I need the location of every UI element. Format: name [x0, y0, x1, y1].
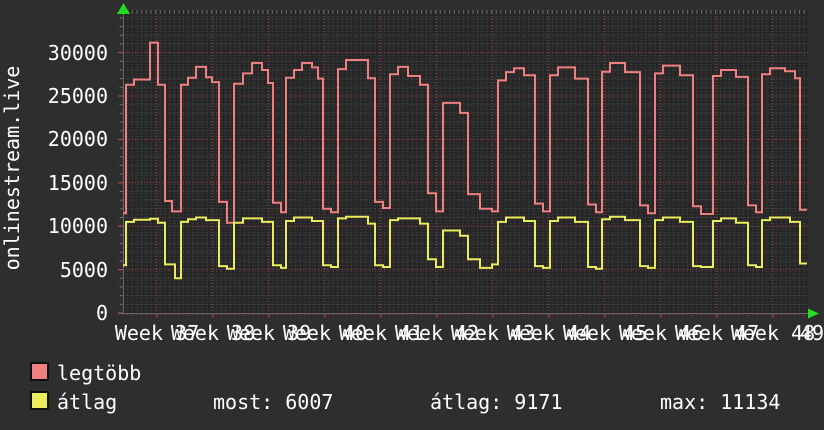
y-tick-label: 10000 — [47, 214, 108, 239]
chart-svg — [117, 3, 819, 319]
stat-most: most: 6007 — [213, 390, 334, 414]
y-tick-label: 15000 — [47, 170, 108, 195]
y-tick-label: 30000 — [47, 40, 108, 65]
stat-atlag: átlag: 9171 — [430, 390, 563, 414]
stat-max: max: 11134 — [660, 390, 781, 414]
y-tick-label: 20000 — [47, 127, 108, 152]
legend-label-atlag: átlag — [57, 390, 118, 414]
legend-swatch-atlag — [30, 391, 49, 410]
x-tick-label: 49 — [799, 321, 824, 345]
chart-area: 0 5000 10000 15000 20000 25000 30000 Week 37 Wee… — [0, 0, 824, 355]
legend-row-atlag: átlag most: 6007 átlag: 9171 max: 11134 — [0, 390, 824, 416]
y-tick-label: 25000 — [47, 84, 108, 108]
legend-row-legtobb: legtöbb — [0, 361, 824, 387]
legend-swatch-legtobb — [30, 362, 49, 381]
y-tick-label: 5000 — [59, 257, 108, 282]
rrd-graph: onlinestream.live 0 5000 10000 15000 20000 25… — [0, 0, 824, 430]
legend-label-legtobb: legtöbb — [57, 361, 142, 385]
